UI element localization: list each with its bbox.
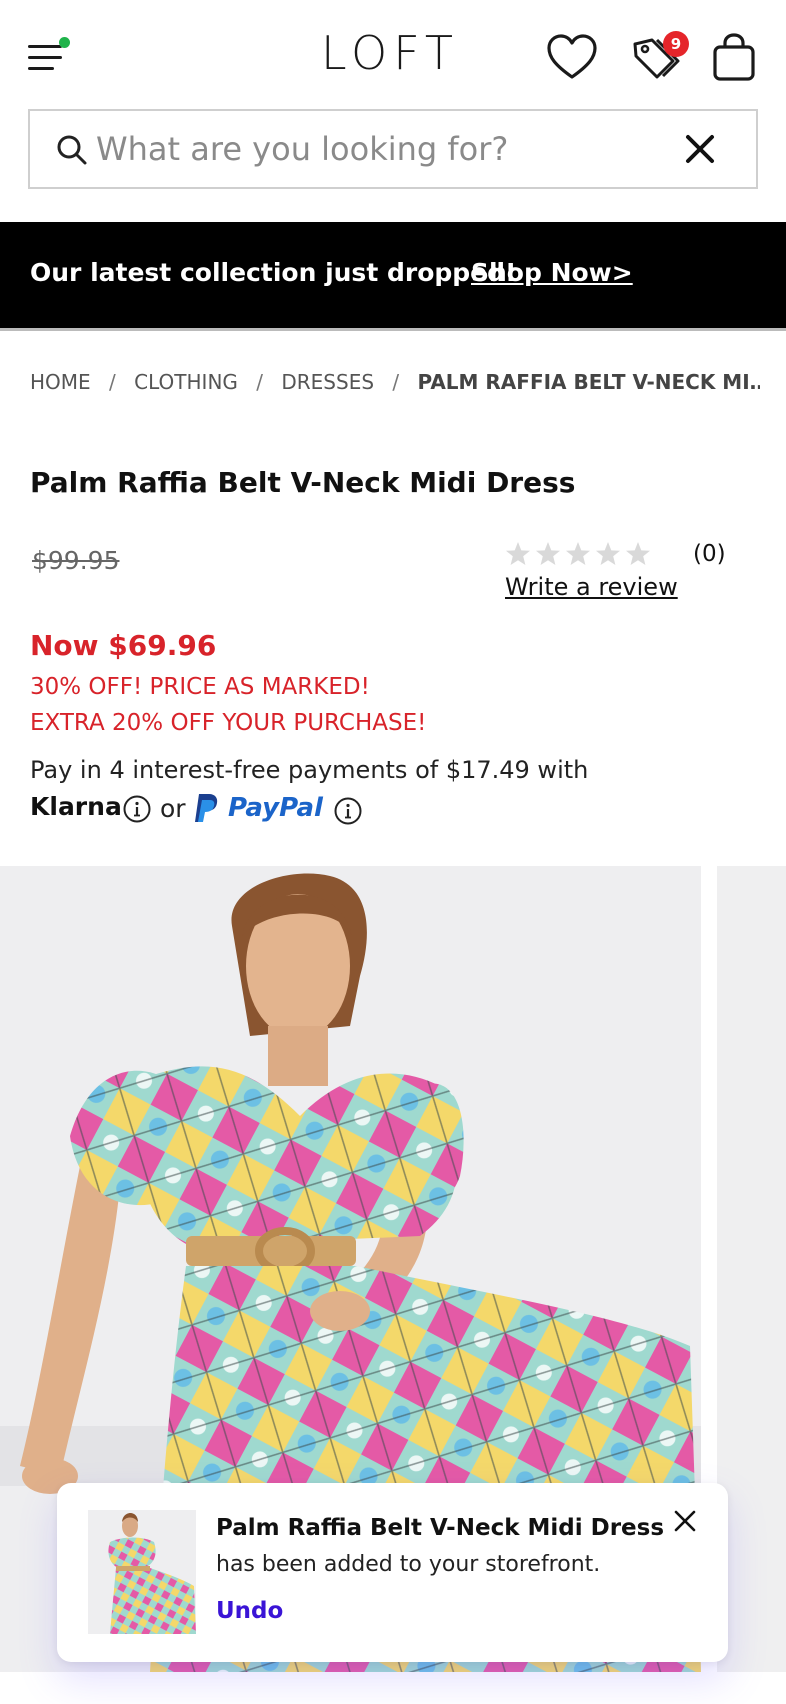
write-review-link[interactable]: Write a review <box>505 573 678 601</box>
paypal-info-icon[interactable] <box>333 796 363 826</box>
installment-text: Pay in 4 interest-free payments of $17.4… <box>30 756 589 784</box>
breadcrumb-current: PALM RAFFIA BELT V-NECK MIDI DRESS <box>417 369 761 394</box>
site-header: LOFT 9 <box>0 0 786 108</box>
menu-button[interactable] <box>28 37 70 74</box>
star-icon <box>626 542 650 565</box>
breadcrumb-separator: / <box>256 369 264 394</box>
star-icon <box>536 542 560 565</box>
payment-options: Klarna or PayPal <box>30 790 430 830</box>
search-bar <box>28 109 758 189</box>
search-icon <box>57 135 87 165</box>
paypal-icon <box>195 794 218 822</box>
promo-banner: Our latest collection just dropped! Shop… <box>0 222 786 331</box>
loft-logo[interactable]: LOFT <box>300 26 480 80</box>
breadcrumb-separator: / <box>392 369 400 394</box>
toast-title: Palm Raffia Belt V-Neck Midi Dress <box>216 1515 665 1541</box>
clear-search-icon[interactable] <box>680 129 720 169</box>
notification-dot <box>59 37 70 48</box>
offers-count-badge: 9 <box>663 31 689 57</box>
storefront-toast: Palm Raffia Belt V-Neck Midi Dress has b… <box>57 1483 728 1662</box>
product-title: Palm Raffia Belt V-Neck Midi Dress <box>30 466 576 499</box>
heart-icon[interactable] <box>545 32 599 84</box>
klarna-info-icon[interactable] <box>122 794 152 824</box>
klarna-logo: Klarna <box>30 792 122 821</box>
promo-message: Our latest collection just dropped! <box>30 258 517 287</box>
paypal-logo: PayPal <box>228 793 323 823</box>
menu-icon-line <box>28 67 54 70</box>
star-icon <box>596 542 620 565</box>
breadcrumb-separator: / <box>109 369 116 394</box>
extra-discount-message: EXTRA 20% OFF YOUR PURCHASE! <box>30 710 427 736</box>
shopping-bag-icon[interactable] <box>710 32 764 84</box>
rating-stars[interactable] <box>505 540 655 570</box>
close-icon[interactable] <box>671 1507 699 1535</box>
menu-icon <box>28 45 62 48</box>
discount-message: 30% OFF! PRICE AS MARKED! <box>30 674 370 700</box>
sale-price: Now $69.96 <box>30 629 217 662</box>
breadcrumb: HOME / CLOTHING / DRESSES / PALM RAFFIA … <box>30 368 760 394</box>
thumbnail-image <box>88 1510 196 1634</box>
menu-icon-line <box>28 56 62 59</box>
or-label: or <box>160 794 186 823</box>
star-icon <box>566 542 590 565</box>
toast-product-thumbnail <box>88 1510 196 1634</box>
breadcrumb-clothing[interactable]: CLOTHING <box>134 370 238 394</box>
original-price: $99.95 <box>32 546 120 575</box>
star-icon <box>506 542 530 565</box>
toast-message: has been added to your storefront. <box>216 1552 601 1577</box>
breadcrumb-dresses[interactable]: DRESSES <box>281 370 374 394</box>
shop-now-link[interactable]: Shop Now> <box>471 258 633 287</box>
undo-button[interactable]: Undo <box>216 1598 283 1624</box>
search-input[interactable] <box>96 123 656 175</box>
breadcrumb-home[interactable]: HOME <box>30 370 91 394</box>
review-count: (0) <box>693 541 726 567</box>
